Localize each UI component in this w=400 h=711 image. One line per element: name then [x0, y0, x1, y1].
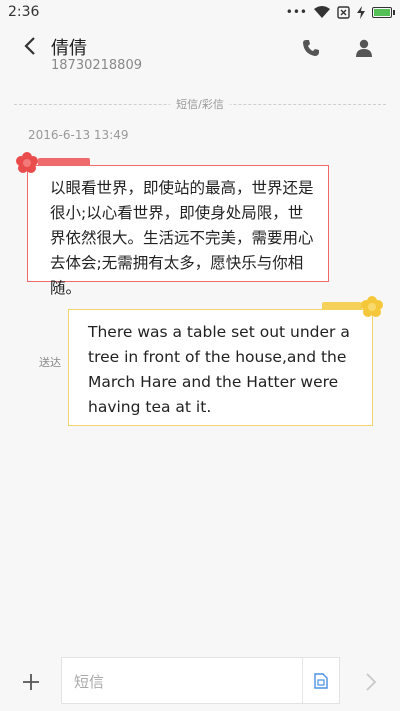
sim-disabled-icon [337, 5, 350, 19]
message-type-label: 短信/彩信 [170, 96, 230, 112]
outgoing-ribbon [322, 302, 362, 310]
contact-details-button[interactable] [352, 36, 376, 60]
back-arrow-icon [24, 37, 35, 55]
sim-card-icon[interactable] [314, 673, 328, 689]
contact-number: 18730218809 [51, 58, 142, 73]
battery-icon [372, 6, 395, 18]
outgoing-message-bubble[interactable]: There was a table set out under a tree i… [68, 302, 373, 426]
red-flower-icon [16, 152, 38, 173]
incoming-message-text: 以眼看世界，即使站的最高，世界还是很小;以心看世界，即使身处局限，世界依然很大。… [50, 179, 314, 297]
outgoing-message-text: There was a table set out under a tree i… [88, 323, 350, 416]
input-separator [302, 658, 303, 703]
contact-name: 倩倩 [51, 38, 87, 59]
message-input[interactable] [72, 658, 296, 705]
status-time: 2:36 [8, 4, 40, 20]
status-bar: 2:36 ••• [0, 0, 400, 24]
plus-icon [23, 674, 39, 690]
message-timestamp: 2016-6-13 13:49 [28, 128, 129, 142]
more-dots-icon: ••• [285, 5, 307, 19]
send-chevron-icon [366, 673, 377, 691]
wifi-icon [314, 6, 330, 18]
yellow-flower-icon [361, 296, 383, 317]
call-button[interactable] [299, 36, 323, 60]
conversation-header: 倩倩 18730218809 [0, 24, 400, 88]
message-composer [0, 651, 400, 711]
add-attachment-button[interactable] [18, 669, 44, 695]
incoming-ribbon [38, 158, 90, 166]
status-icons: ••• [285, 5, 395, 19]
person-icon [356, 39, 372, 57]
charging-icon [357, 5, 365, 19]
message-input-box[interactable] [61, 657, 340, 705]
delivered-status: 送达 [39, 356, 61, 369]
incoming-message-bubble[interactable]: 以眼看世界，即使站的最高，世界还是很小;以心看世界，即使身处局限，世界依然很大。… [27, 158, 329, 297]
send-button[interactable] [358, 669, 384, 695]
phone-icon [303, 40, 319, 56]
message-type-divider: 短信/彩信 [14, 96, 386, 114]
back-button[interactable] [16, 32, 44, 60]
